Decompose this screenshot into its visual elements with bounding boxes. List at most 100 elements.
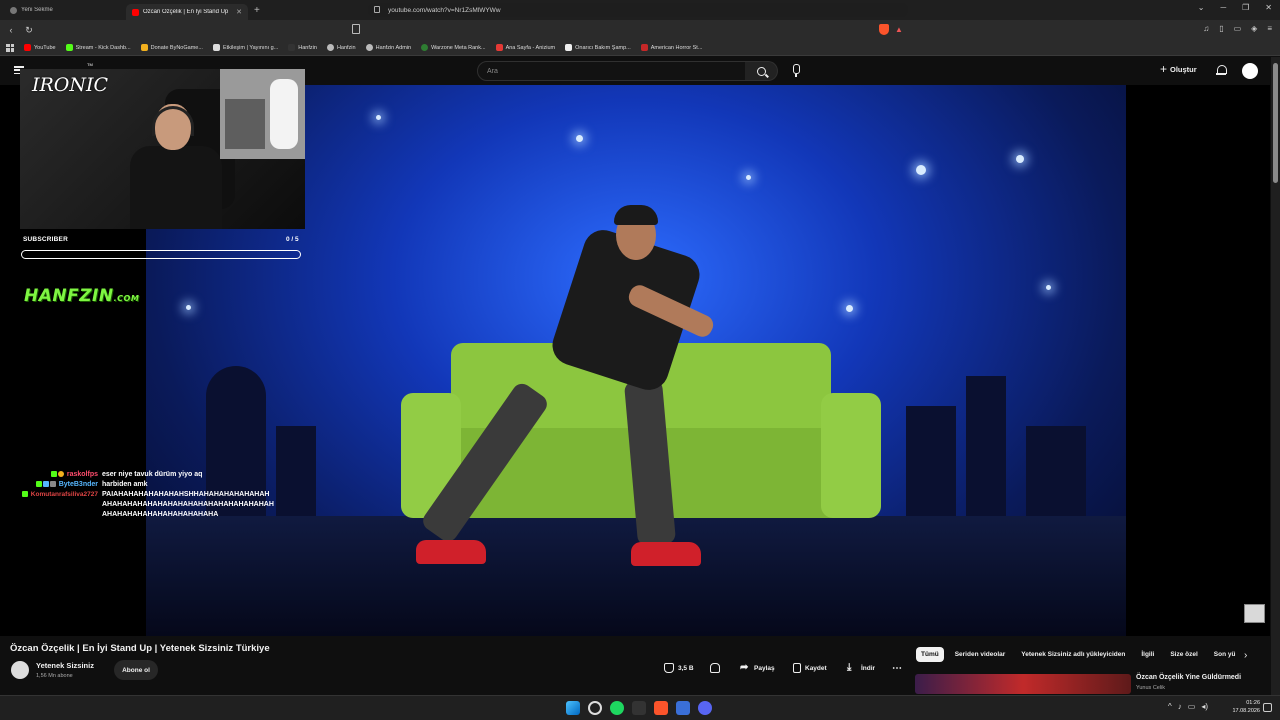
subscriber-goal-count: 0 / 5	[286, 236, 299, 243]
bookmark-item[interactable]: Ana Sayfa - Anizium	[495, 44, 555, 51]
apps-grid-icon[interactable]	[6, 43, 14, 52]
recommended-thumbnail[interactable]	[915, 674, 1131, 694]
close-tab-icon[interactable]: ✕	[236, 8, 242, 16]
channel-name[interactable]: Yetenek Sizsiniz	[36, 661, 94, 670]
menu-icon[interactable]: ≡	[1267, 24, 1272, 33]
chip-all[interactable]: Tümü	[916, 647, 944, 662]
tab-youtube-video[interactable]: Özcan Özçelik | En İyi Stand Up ✕	[126, 4, 248, 20]
sidebar-icon[interactable]: ▯	[1219, 24, 1223, 33]
chip-for-you[interactable]: Size özel	[1165, 647, 1202, 662]
wallet-icon[interactable]: ▭	[1234, 24, 1242, 33]
volume-icon[interactable]: ◂)	[1201, 702, 1208, 711]
link-icon	[212, 44, 220, 51]
chip-uploader[interactable]: Yetenek Sizsiniz adlı yükleyiciden	[1016, 647, 1130, 662]
warzone-icon	[421, 44, 429, 51]
chat-message: raskolfps eser niye tavuk dürüm yiyo aq	[0, 470, 290, 480]
download-button[interactable]: ⤓ İndir	[847, 663, 875, 673]
bookmark-item[interactable]: Hanfzin	[288, 44, 317, 51]
bookmark-item[interactable]: Hanfzin Admin	[365, 44, 411, 51]
chat-text: harbiden amk	[102, 481, 148, 488]
recommended-title[interactable]: Özcan Özçelik Yine Güldürmedi	[1136, 674, 1241, 681]
chip-related[interactable]: İlgili	[1136, 647, 1159, 662]
brave-rewards-icon[interactable]: ▲	[895, 25, 903, 34]
start-icon[interactable]	[566, 701, 580, 715]
notification-center-icon[interactable]	[1263, 703, 1272, 712]
channel-avatar[interactable]	[11, 661, 29, 679]
bookmark-item[interactable]: YouTube	[24, 44, 56, 51]
subscribe-button[interactable]: Abone ol	[114, 660, 158, 680]
share-button[interactable]: ➦ Paylaş	[740, 663, 775, 673]
page-scrollbar[interactable]	[1271, 57, 1280, 695]
tab-new-tab[interactable]: Yeni Sekme	[4, 2, 126, 18]
taskbar-clock[interactable]: 01:26 17.08.2026	[1228, 699, 1260, 715]
terminal-icon[interactable]	[632, 701, 646, 715]
brave-icon[interactable]	[654, 701, 668, 715]
search-placeholder: Ara	[487, 67, 498, 75]
globe-icon	[365, 44, 373, 51]
ironic-logo: IRONIC	[32, 74, 109, 96]
kick-icon	[65, 44, 73, 51]
hanfzin-logo: HANFZIN.COM	[24, 286, 140, 306]
mod-badge-icon	[49, 481, 56, 488]
microphone-icon[interactable]	[790, 64, 802, 78]
recommended-channel[interactable]: Yunus Celik	[1136, 685, 1165, 691]
vpn-icon[interactable]: ◈	[1251, 24, 1257, 33]
close-window-button[interactable]: ✕	[1265, 3, 1272, 12]
thumbs-up-icon	[664, 663, 674, 673]
reload-button[interactable]: ↻	[22, 25, 36, 36]
chip-recent[interactable]: Son yü	[1209, 647, 1241, 662]
network-icon[interactable]: ▭	[1188, 702, 1196, 711]
bookmark-item[interactable]: Hanfzin	[326, 44, 356, 51]
url-field[interactable]: youtube.com/watch?v=Nr1ZsMlWYWw	[368, 3, 908, 17]
chip-series[interactable]: Seriden videolar	[950, 647, 1011, 662]
save-button[interactable]: Kaydet	[793, 663, 827, 673]
thumbs-down-icon	[710, 663, 720, 673]
tab-search-icon[interactable]: ⌄	[1198, 3, 1205, 12]
search-button[interactable]	[745, 61, 778, 81]
new-tab-button[interactable]: +	[254, 5, 260, 16]
bookmark-item[interactable]: American Horror St...	[640, 44, 702, 51]
like-button[interactable]: 3,5 B	[664, 663, 694, 673]
more-actions-button[interactable]: ⋯	[892, 663, 902, 674]
channel-watermark-icon[interactable]	[1244, 604, 1265, 623]
app-icon[interactable]	[676, 701, 690, 715]
streamer	[130, 104, 222, 229]
minimize-button[interactable]: ─	[1220, 3, 1226, 12]
bookmark-item[interactable]: Etkileşim | Yayınını g...	[212, 44, 278, 51]
account-avatar[interactable]	[1242, 63, 1258, 79]
chat-username: Komutanrafsiliva2727	[30, 491, 98, 498]
media-icon[interactable]: ♫	[1203, 24, 1209, 33]
youtube-favicon-icon	[132, 8, 139, 16]
channel-subscriber-count: 1,56 Mn abone	[36, 673, 73, 679]
create-button[interactable]: + Oluştur	[1160, 62, 1197, 76]
discord-icon[interactable]	[698, 701, 712, 715]
maximize-button[interactable]: ❐	[1242, 3, 1249, 12]
notifications-icon[interactable]	[1216, 64, 1227, 76]
bookmark-icon[interactable]	[352, 24, 360, 34]
chat-text: eser niye tavuk dürüm yiyo aq	[102, 471, 203, 478]
hanfzin-icon	[288, 44, 296, 51]
brave-shield-icon[interactable]	[879, 24, 889, 35]
bookmark-item[interactable]: Stream - Kick Dashb...	[65, 44, 131, 51]
tab-title: Yeni Sekme	[21, 7, 53, 13]
search-input[interactable]: Ara	[477, 61, 746, 81]
clock-time: 01:26	[1246, 700, 1260, 706]
bookmark-item[interactable]: Donate ByNoGame...	[140, 44, 203, 51]
plus-icon: +	[1160, 62, 1168, 76]
new-tab-icon	[10, 6, 17, 14]
microphone-icon[interactable]: ♪	[1178, 702, 1182, 711]
spotify-icon[interactable]	[610, 701, 624, 715]
kick-badge-icon	[35, 481, 42, 488]
chevron-up-icon[interactable]: ^	[1168, 702, 1172, 711]
site-info-icon[interactable]	[374, 6, 380, 13]
chevron-right-icon[interactable]: ›	[1244, 650, 1247, 661]
dislike-button[interactable]	[710, 663, 720, 673]
bookmark-item[interactable]: Warzone Meta Rank...	[421, 44, 486, 51]
chat-overlay: raskolfps eser niye tavuk dürüm yiyo aq …	[0, 470, 290, 520]
scrollbar-thumb[interactable]	[1273, 63, 1278, 183]
chat-username: ByteB3nder	[58, 481, 98, 488]
back-button[interactable]: ‹	[4, 25, 18, 35]
chat-text: PAIAHAHAHAHAHAHAHSHHAHAHAHAHAHAHAHAHAHAH…	[102, 491, 274, 518]
bookmark-item[interactable]: Onarıcı Bakım Şamp...	[565, 44, 631, 51]
search-icon[interactable]	[588, 701, 602, 715]
